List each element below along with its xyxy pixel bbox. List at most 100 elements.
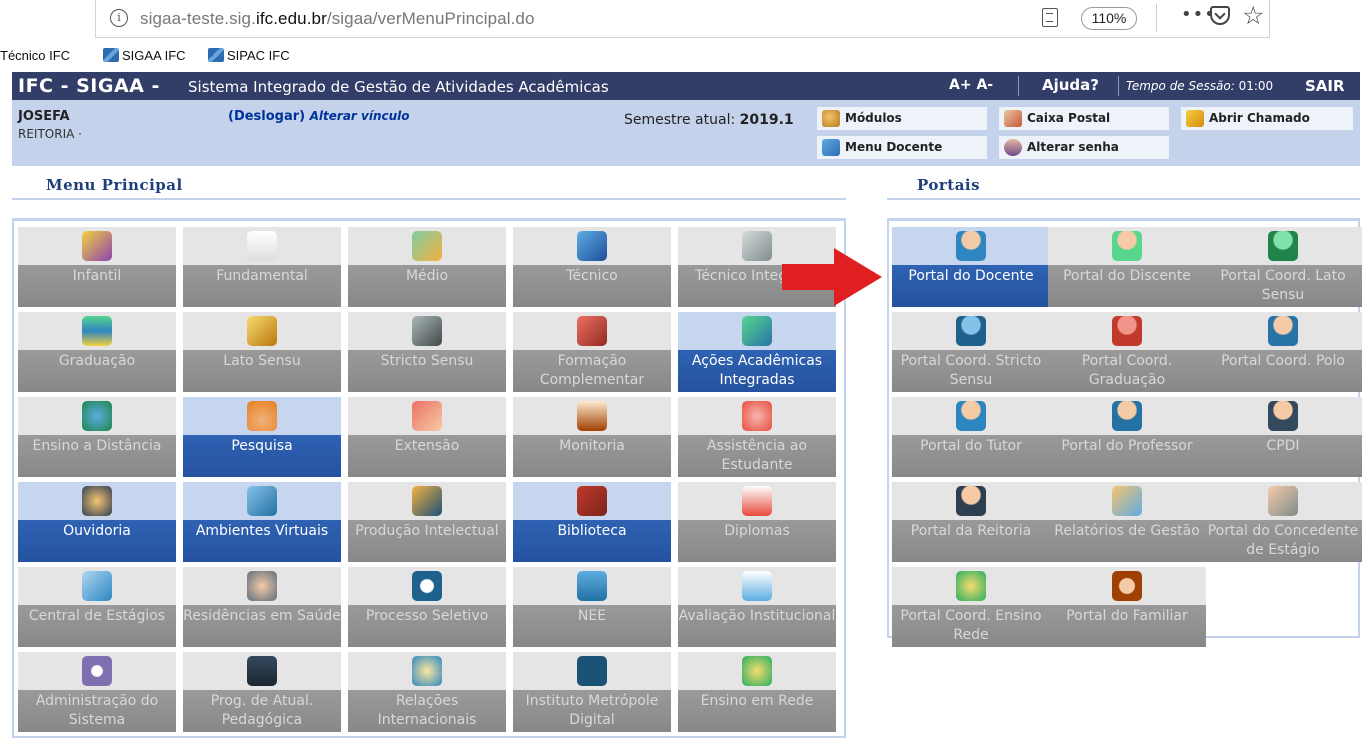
mailbox-link[interactable]: Caixa Postal (998, 106, 1170, 131)
menu-tile[interactable]: Produção Intelectual (348, 482, 506, 562)
portal-tile[interactable]: Portal do Tutor (892, 397, 1050, 477)
menu-tile[interactable]: Monitoria (513, 397, 671, 477)
portal-tile[interactable]: Portal da Reitoria (892, 482, 1050, 562)
portal-tile[interactable]: Portal Coord. Lato Sensu (1204, 227, 1362, 307)
id-card-icon (1268, 486, 1298, 516)
menu-tile[interactable]: Formação Complementar (513, 312, 671, 392)
menu-tile-label: Formação Complementar (513, 350, 671, 392)
menu-tile-label: Ensino em Rede (678, 690, 836, 732)
menu-tile[interactable]: Infantil (18, 227, 176, 307)
manager-icon (1268, 401, 1298, 431)
books-stack-icon (82, 316, 112, 346)
reader-view-icon[interactable] (1042, 8, 1058, 27)
portal-tile[interactable]: Portal do Discente (1048, 227, 1206, 307)
menu-tile[interactable]: Prog. de Atual. Pedagógica (183, 652, 341, 732)
url-text[interactable]: sigaa-teste.sig.ifc.edu.br/sigaa/verMenu… (140, 9, 535, 29)
tutor-icon (956, 401, 986, 431)
sipac-favicon-icon (208, 48, 224, 62)
quick-link-label: Módulos (845, 111, 902, 125)
professor-icon (1112, 401, 1142, 431)
portal-tile[interactable]: Portal Coord. Stricto Sensu (892, 312, 1050, 392)
logout-link[interactable]: SAIR (1305, 77, 1345, 95)
spiral-icon (412, 571, 442, 601)
board-icon (577, 401, 607, 431)
menu-tile[interactable]: Biblioteca (513, 482, 671, 562)
menu-tile-label: Ambientes Virtuais (183, 520, 341, 562)
deslogar-link[interactable]: (Deslogar) (228, 109, 305, 124)
world-map-icon (412, 656, 442, 686)
menu-tile[interactable]: Avaliação Institucional (678, 567, 836, 647)
open-ticket-link[interactable]: Abrir Chamado (1180, 106, 1354, 131)
session-timer: Tempo de Sessão: 01:00 (1126, 79, 1273, 93)
modules-link[interactable]: Módulos (816, 106, 988, 131)
portal-tile[interactable]: CPDI (1204, 397, 1362, 477)
bookmark-sipac-ifc[interactable]: SIPAC IFC (208, 48, 290, 63)
change-bond-link[interactable]: Alterar vínculo (310, 109, 410, 123)
bookmark-star-icon[interactable]: ☆ (1242, 1, 1264, 30)
portal-tile[interactable]: Relatórios de Gestão (1048, 482, 1206, 562)
menu-tile[interactable]: Extensão (348, 397, 506, 477)
menu-tile[interactable]: Stricto Sensu (348, 312, 506, 392)
red-user-icon (1112, 316, 1142, 346)
zoom-level-button[interactable]: 110% (1081, 7, 1137, 30)
menu-tile[interactable]: Diplomas (678, 482, 836, 562)
font-size-controls[interactable]: A+ A- (949, 77, 993, 93)
folder-book-icon (247, 316, 277, 346)
portal-tile[interactable]: Portal do Concedente de Estágio (1204, 482, 1362, 562)
menu-tile[interactable]: Residências em Saúde (183, 567, 341, 647)
portal-tile[interactable]: Portal do Familiar (1048, 567, 1206, 647)
bookmark-sigaa-ifc[interactable]: SIGAA IFC (103, 48, 186, 63)
menu-tile[interactable]: Ações Acadêmicas Integradas (678, 312, 836, 392)
portal-tile[interactable]: Portal Coord. Polo (1204, 312, 1362, 392)
network-icon (822, 139, 840, 156)
portal-tile[interactable]: Portal do Docente (892, 227, 1050, 307)
header-divider (1118, 76, 1119, 96)
system-full-name: Sistema Integrado de Gestão de Atividade… (188, 78, 609, 96)
network-at-icon (956, 571, 986, 601)
url-path: /sigaa/verMenuPrincipal.do (326, 9, 535, 28)
briefcase-icon (412, 316, 442, 346)
menu-tile[interactable]: Fundamental (183, 227, 341, 307)
menu-tile[interactable]: Pesquisa (183, 397, 341, 477)
menu-tile[interactable]: Central de Estágios (18, 567, 176, 647)
open-book-icon (577, 486, 607, 516)
menu-tile-label: Monitoria (513, 435, 671, 477)
menu-tile[interactable]: Técnico (513, 227, 671, 307)
teacher-menu-link[interactable]: Menu Docente (816, 135, 988, 160)
menu-tile[interactable]: Instituto Metrópole Digital (513, 652, 671, 732)
menu-tile[interactable]: Graduação (18, 312, 176, 392)
menu-tile[interactable]: Assistência ao Estudante (678, 397, 836, 477)
menu-tile[interactable]: Ambientes Virtuais (183, 482, 341, 562)
browser-toolbar: i sigaa-teste.sig.ifc.edu.br/sigaa/verMe… (0, 0, 1367, 42)
menu-tile[interactable]: Ouvidoria (18, 482, 176, 562)
portal-tile-label: Portal do Docente (892, 265, 1050, 307)
menu-tile-label: Graduação (18, 350, 176, 392)
portal-tile[interactable]: Portal Coord. Graduação (1048, 312, 1206, 392)
menu-tile[interactable]: Ensino a Distância (18, 397, 176, 477)
menu-tile[interactable]: Processo Seletivo (348, 567, 506, 647)
site-info-icon[interactable]: i (110, 9, 128, 27)
contacts-icon (82, 571, 112, 601)
accessibility-icon (577, 571, 607, 601)
student-support-icon (742, 401, 772, 431)
portal-tile[interactable]: Portal do Professor (1048, 397, 1206, 477)
menu-tile[interactable]: Relações Internacionais (348, 652, 506, 732)
menu-tile[interactable]: Lato Sensu (183, 312, 341, 392)
menu-tile[interactable]: Médio (348, 227, 506, 307)
semester-label: Semestre atual: (624, 112, 736, 128)
rector-icon (956, 486, 986, 516)
pocket-icon[interactable] (1210, 6, 1230, 25)
menu-tile-label: Biblioteca (513, 520, 671, 562)
menu-tile-label: Ensino a Distância (18, 435, 176, 477)
portal-tile-label: Portal do Familiar (1048, 605, 1206, 647)
menu-tile[interactable]: Administração do Sistema (18, 652, 176, 732)
portal-tile[interactable]: Portal Coord. Ensino Rede (892, 567, 1050, 647)
address-bar[interactable]: i sigaa-teste.sig.ifc.edu.br/sigaa/verMe… (95, 0, 1270, 38)
menu-tile[interactable]: Ensino em Rede (678, 652, 836, 732)
portal-tile-label: Relatórios de Gestão (1048, 520, 1206, 562)
bookmark-tecnico-ifc[interactable]: Técnico IFC (0, 48, 70, 63)
help-link[interactable]: Ajuda? (1042, 76, 1099, 94)
portal-tile-label: Portal do Discente (1048, 265, 1206, 307)
change-password-link[interactable]: Alterar senha (998, 135, 1170, 160)
menu-tile[interactable]: NEE (513, 567, 671, 647)
